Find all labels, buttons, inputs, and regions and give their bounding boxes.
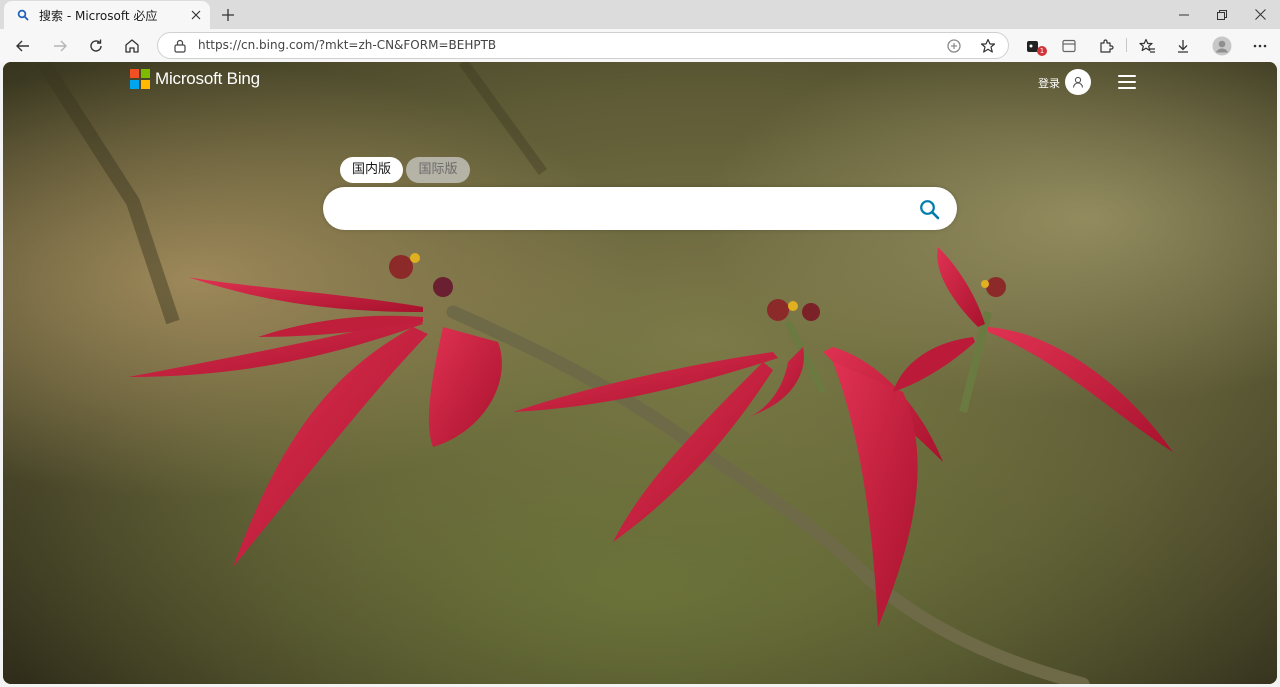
signin-link[interactable]: 登录 — [1038, 75, 1060, 91]
profile-avatar-icon[interactable] — [1208, 32, 1236, 60]
downloads-icon[interactable] — [1169, 32, 1197, 60]
search-favicon-icon — [16, 8, 30, 22]
site-info-lock-icon[interactable] — [172, 38, 188, 54]
back-button[interactable] — [9, 32, 37, 60]
forward-button[interactable] — [46, 32, 74, 60]
refresh-button[interactable] — [82, 32, 110, 60]
close-tab-icon[interactable] — [185, 4, 207, 26]
tab-bing-search[interactable]: 搜索 - Microsoft 必应 — [4, 1, 210, 29]
favorite-star-icon[interactable] — [978, 36, 998, 56]
tab-title: 搜索 - Microsoft 必应 — [39, 8, 158, 23]
new-tab-button[interactable] — [216, 3, 240, 27]
favorites-icon[interactable] — [1133, 32, 1161, 60]
app-available-icon[interactable] — [944, 36, 964, 56]
url-text[interactable]: https://cn.bing.com/?mkt=zh-CN&FORM=BEHP… — [198, 38, 496, 52]
home-button[interactable] — [118, 32, 146, 60]
restore-icon[interactable] — [1203, 0, 1241, 29]
tab-strip: 搜索 - Microsoft 必应 — [0, 0, 1280, 29]
search-input[interactable] — [343, 195, 903, 222]
browser-toolbar: https://cn.bing.com/?mkt=zh-CN&FORM=BEHP… — [0, 29, 1280, 62]
address-bar[interactable]: https://cn.bing.com/?mkt=zh-CN&FORM=BEHP… — [157, 32, 1009, 59]
toolbar-divider — [1126, 38, 1127, 52]
search-icon — [919, 199, 939, 219]
search-button[interactable] — [915, 195, 943, 223]
close-window-icon[interactable] — [1241, 0, 1279, 29]
bing-homepage: Microsoft Bing 登录 国内版 国际版 — [3, 62, 1277, 684]
settings-more-icon[interactable] — [1246, 32, 1274, 60]
extension-badge: 1 — [1037, 46, 1047, 56]
split-screen-icon[interactable] — [1055, 32, 1083, 60]
hamburger-menu-icon[interactable] — [1118, 72, 1138, 92]
user-avatar-icon[interactable] — [1065, 69, 1091, 95]
extensions-icon[interactable] — [1092, 32, 1120, 60]
search-box — [323, 187, 957, 230]
scope-tab-domestic[interactable]: 国内版 — [340, 157, 403, 183]
microsoft-logo-icon — [130, 69, 150, 89]
bing-logo[interactable]: Microsoft Bing — [130, 69, 260, 89]
brand-name: Microsoft Bing — [155, 69, 260, 88]
scope-tab-international[interactable]: 国际版 — [406, 157, 470, 183]
background-photo-poinsettia — [3, 62, 1277, 684]
minimize-icon[interactable] — [1165, 0, 1203, 29]
